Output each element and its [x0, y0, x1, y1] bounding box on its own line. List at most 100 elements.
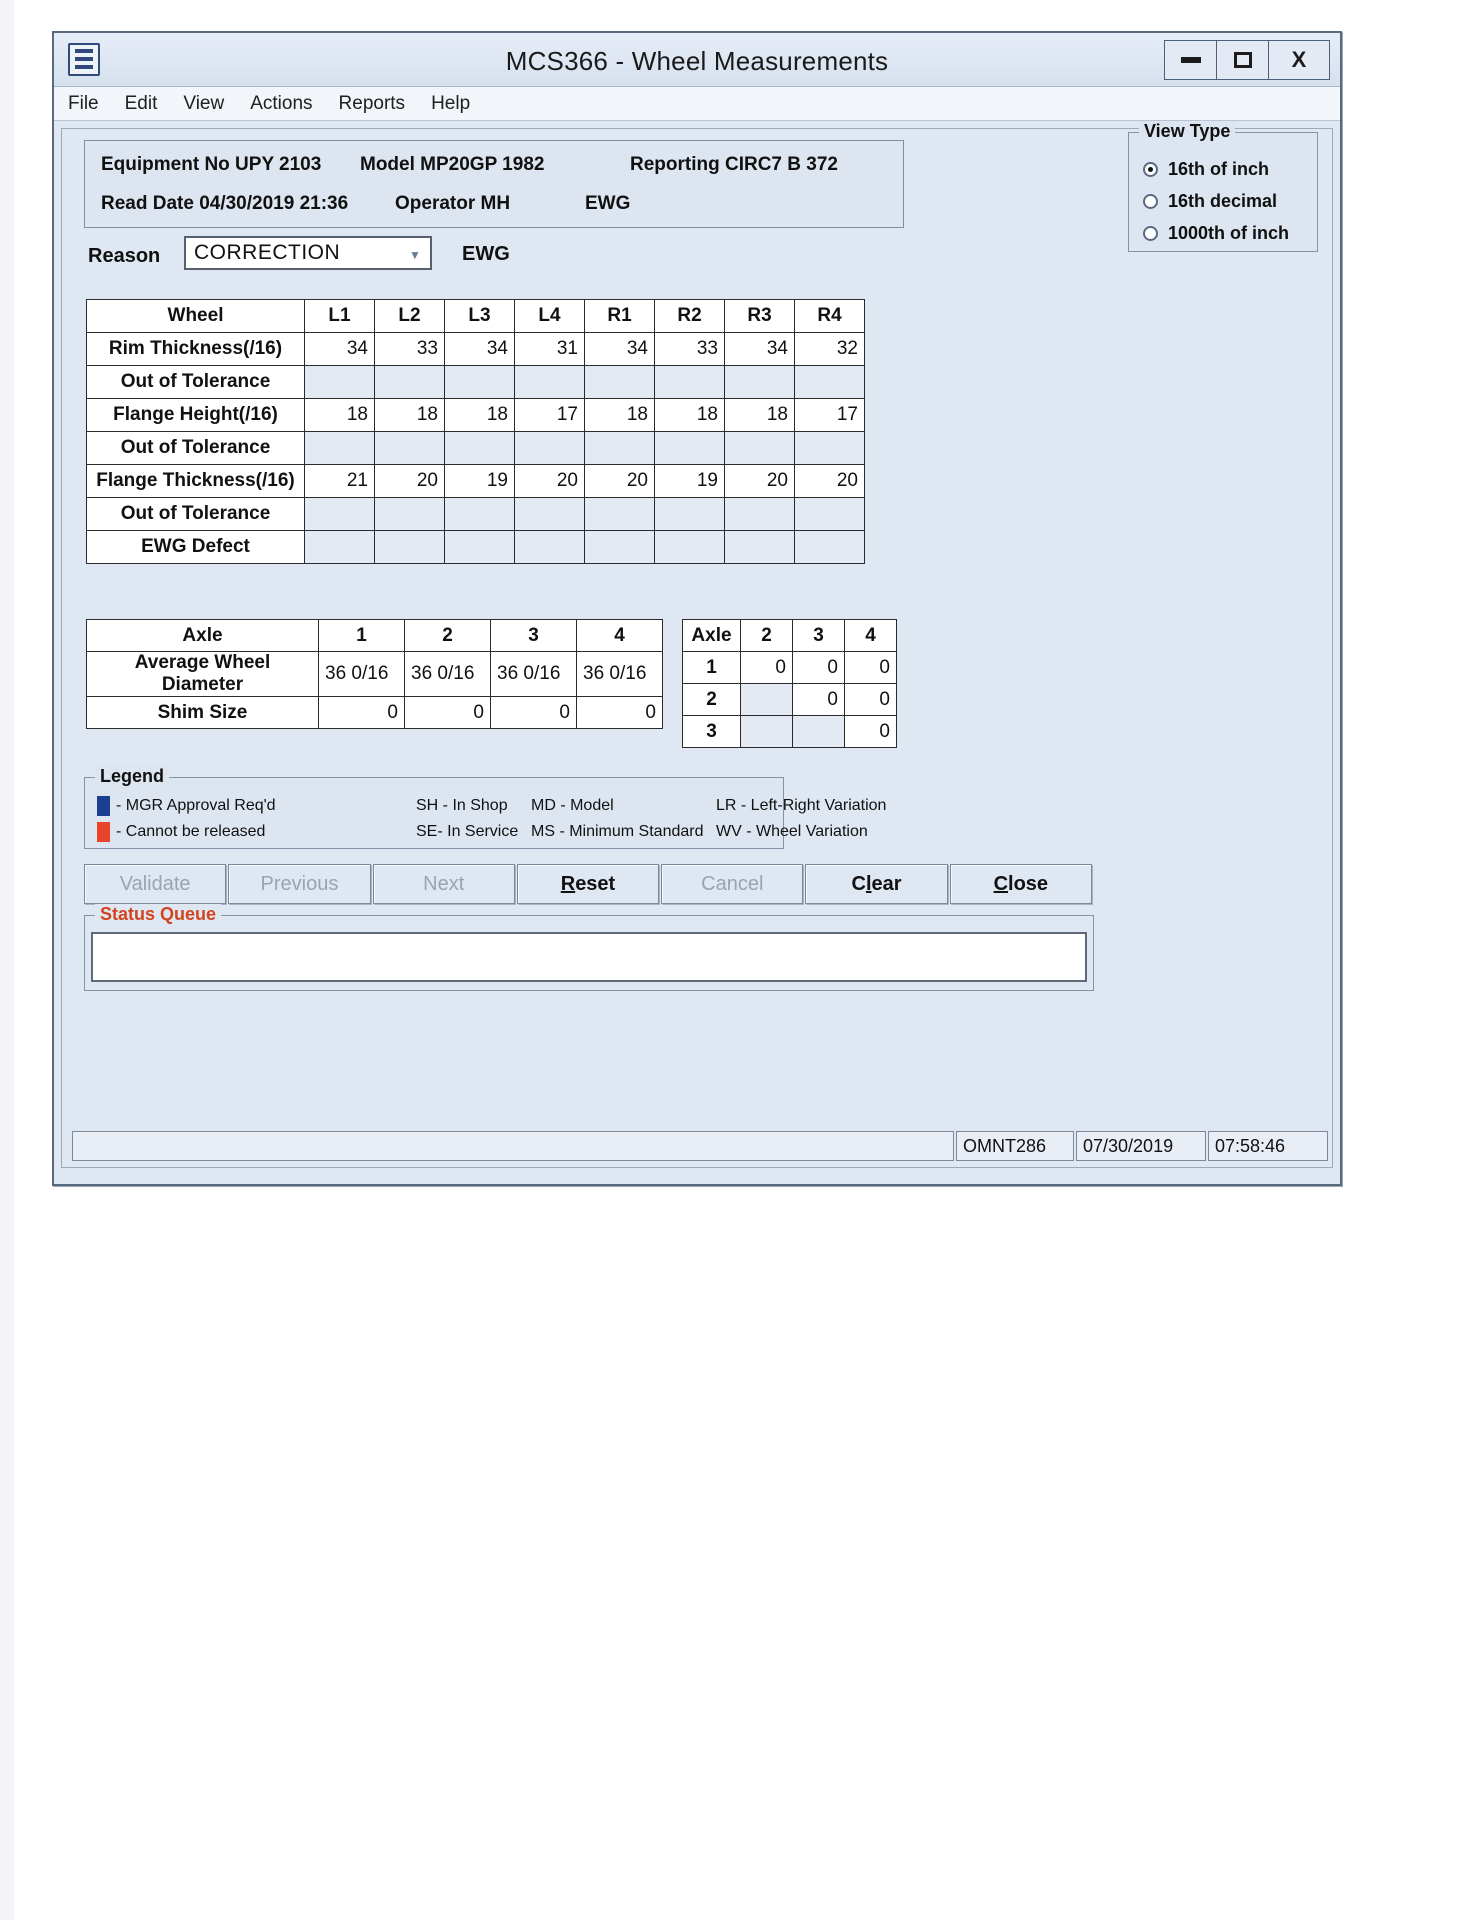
variation-col-header-2: 2 — [740, 619, 793, 652]
cell-rim-r1[interactable]: 34 — [584, 332, 655, 366]
minimize-button[interactable] — [1165, 41, 1217, 79]
status-queue-input[interactable] — [91, 932, 1087, 982]
cell-rim-r2[interactable]: 33 — [654, 332, 725, 366]
cell-rim-r3[interactable]: 34 — [724, 332, 795, 366]
cell-ft-l3[interactable]: 19 — [444, 464, 515, 498]
maximize-button[interactable] — [1217, 41, 1269, 79]
cell-ewg-r1[interactable] — [584, 530, 655, 564]
legend-group-title: Legend — [95, 766, 170, 787]
cell-ft-r3[interactable]: 20 — [724, 464, 795, 498]
axle-summary-table: Axle 1 2 3 4 Average Wheel Diameter 36 0… — [86, 619, 663, 729]
variation-col-header-4: 4 — [844, 619, 897, 652]
cell-ewg-l1[interactable] — [304, 530, 375, 564]
legend-red-swatch-icon — [97, 822, 110, 842]
wheel-measurements-table: Wheel L1 L2 L3 L4 R1 R2 R3 R4 Rim Thickn… — [86, 299, 865, 564]
reset-button[interactable]: Reset — [516, 864, 660, 904]
cell-rim-l2[interactable]: 33 — [374, 332, 445, 366]
cell-shim-axle4[interactable]: 0 — [576, 696, 663, 729]
cell-shim-axle2[interactable]: 0 — [404, 696, 491, 729]
cell-tol-ft-l3 — [444, 497, 515, 531]
status-bar: OMNT286 07/30/2019 07:58:46 — [72, 1131, 1330, 1161]
previous-button[interactable]: Previous — [228, 864, 371, 904]
cell-ft-r1[interactable]: 20 — [584, 464, 655, 498]
radio-16th-decimal[interactable]: 16th decimal — [1143, 191, 1277, 212]
table-row: EWG Defect — [86, 530, 865, 564]
cell-ft-r2[interactable]: 19 — [654, 464, 725, 498]
close-action-button[interactable]: Close — [949, 864, 1092, 904]
cell-rim-r4[interactable]: 32 — [794, 332, 865, 366]
radio-1000th-of-inch[interactable]: 1000th of inch — [1143, 223, 1289, 244]
window-title: MCS366 - Wheel Measurements — [505, 46, 889, 76]
row-label-flange-thickness: Flange Thickness(/16) — [86, 464, 305, 498]
axle-col-header-3: 3 — [490, 619, 577, 652]
cell-rim-l3[interactable]: 34 — [444, 332, 515, 366]
reason-dropdown[interactable]: CORRECTION ▼ — [184, 236, 432, 270]
cell-tol-fh-l1 — [304, 431, 375, 465]
axle-col-header-1: 1 — [318, 619, 405, 652]
scan-edge-artifact — [0, 0, 14, 1920]
clear-button[interactable]: Clear — [805, 864, 948, 904]
cell-tol-rim-l4 — [514, 365, 585, 399]
menu-item-view[interactable]: View — [183, 93, 224, 115]
cell-ewg-r4[interactable] — [794, 530, 865, 564]
radio-16th-of-inch[interactable]: 16th of inch — [1143, 159, 1269, 180]
clear-button-label: Clear — [851, 872, 902, 895]
cell-ft-r4[interactable]: 20 — [794, 464, 865, 498]
cell-shim-axle3[interactable]: 0 — [490, 696, 577, 729]
reporting-label: Reporting CIRC7 B 372 — [630, 154, 838, 175]
axle-variation-table: Axle 2 3 4 1 0 0 0 2 0 0 3 0 — [682, 619, 897, 748]
cell-fh-r1[interactable]: 18 — [584, 398, 655, 432]
row-label-out-of-tolerance-fh: Out of Tolerance — [86, 431, 305, 465]
table-row: Out of Tolerance — [86, 365, 865, 399]
cell-fh-l2[interactable]: 18 — [374, 398, 445, 432]
legend-in-service-text: SE- In Service — [416, 823, 519, 840]
legend-cannot-be-released-text: - Cannot be released — [116, 823, 266, 840]
cell-rim-l4[interactable]: 31 — [514, 332, 585, 366]
cell-rim-l1[interactable]: 34 — [304, 332, 375, 366]
legend-minimum-standard-text: MS - Minimum Standard — [531, 823, 704, 840]
read-date-label: Read Date 04/30/2019 21:36 — [101, 193, 349, 214]
close-button[interactable]: X — [1269, 41, 1329, 79]
status-bar-time: 07:58:46 — [1208, 1131, 1328, 1161]
cell-ewg-l3[interactable] — [444, 530, 515, 564]
radio-1000th-of-inch-label: 1000th of inch — [1168, 223, 1290, 243]
cell-fh-r4[interactable]: 17 — [794, 398, 865, 432]
menu-item-actions[interactable]: Actions — [250, 93, 312, 115]
menu-item-file[interactable]: File — [68, 93, 99, 115]
cancel-button[interactable]: Cancel — [661, 864, 804, 904]
cell-tol-fh-l3 — [444, 431, 515, 465]
cell-awd-axle2: 36 0/16 — [404, 651, 491, 697]
cell-shim-axle1[interactable]: 0 — [318, 696, 405, 729]
legend-group: Legend - MGR Approval Req'd SH - In Shop… — [84, 766, 886, 849]
view-type-group: View Type 16th of inch 16th decimal 1000… — [1128, 121, 1318, 252]
cell-fh-l4[interactable]: 17 — [514, 398, 585, 432]
validate-button[interactable]: Validate — [84, 864, 227, 904]
cell-fh-l1[interactable]: 18 — [304, 398, 375, 432]
cell-ewg-l4[interactable] — [514, 530, 585, 564]
table-row: Out of Tolerance — [86, 431, 865, 465]
cell-ewg-r2[interactable] — [654, 530, 725, 564]
cell-tol-rim-l3 — [444, 365, 515, 399]
validate-button-label: Validate — [119, 872, 191, 895]
cell-ft-l1[interactable]: 21 — [304, 464, 375, 498]
cell-ft-l2[interactable]: 20 — [374, 464, 445, 498]
cell-fh-r3[interactable]: 18 — [724, 398, 795, 432]
variation-row-label-1: 1 — [682, 651, 741, 684]
cell-fh-r2[interactable]: 18 — [654, 398, 725, 432]
menu-item-reports[interactable]: Reports — [339, 93, 406, 115]
table-row: Rim Thickness(/16) 34 33 34 31 34 33 34 … — [86, 332, 865, 366]
menu-item-edit[interactable]: Edit — [125, 93, 158, 115]
legend-mgr-approval-text: - MGR Approval Req'd — [116, 797, 276, 814]
cell-ft-l4[interactable]: 20 — [514, 464, 585, 498]
cell-fh-l3[interactable]: 18 — [444, 398, 515, 432]
axle-col-header-2: 2 — [404, 619, 491, 652]
table-row: 1 0 0 0 — [682, 651, 897, 684]
next-button[interactable]: Next — [372, 864, 515, 904]
menu-item-help[interactable]: Help — [431, 93, 470, 115]
legend-model-text: MD - Model — [531, 797, 614, 814]
cell-ewg-l2[interactable] — [374, 530, 445, 564]
cell-ewg-r3[interactable] — [724, 530, 795, 564]
row-label-out-of-tolerance-rim: Out of Tolerance — [86, 365, 305, 399]
col-header-l3: L3 — [444, 299, 515, 333]
cell-tol-rim-l2 — [374, 365, 445, 399]
